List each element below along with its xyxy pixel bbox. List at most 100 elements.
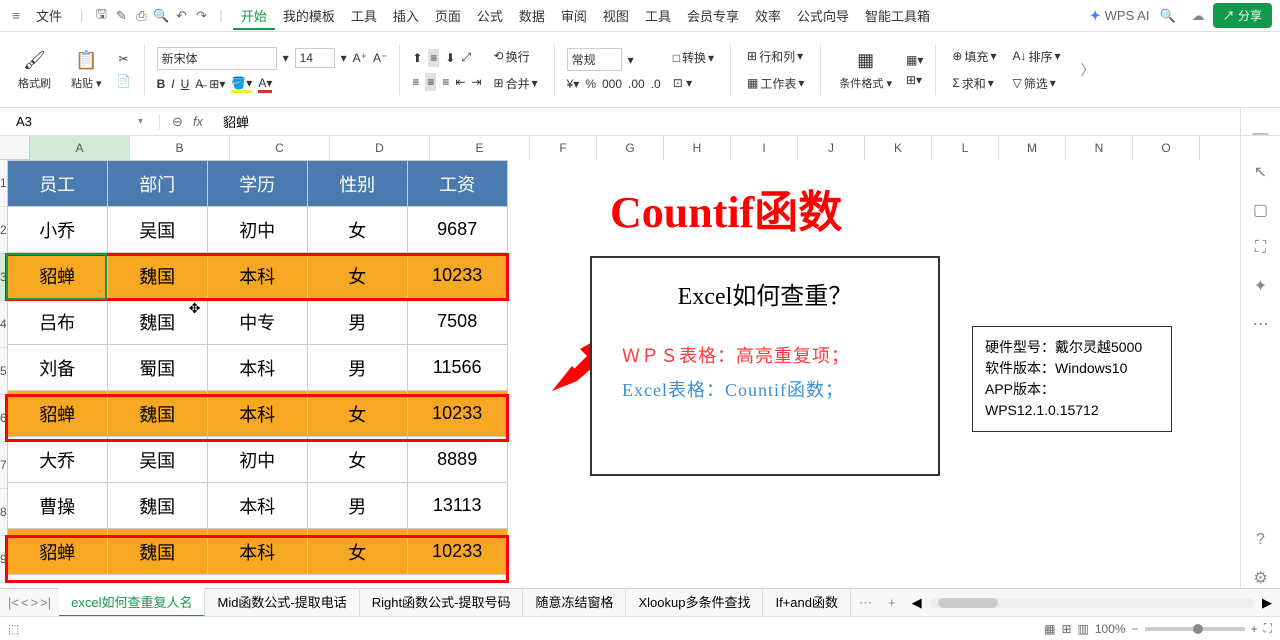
align-top-icon[interactable]: ⬆ bbox=[412, 51, 422, 65]
table-cell[interactable]: 女 bbox=[307, 207, 407, 253]
table-cell[interactable]: 魏国 bbox=[107, 391, 207, 437]
column-header[interactable]: A bbox=[30, 136, 130, 160]
align-right-icon[interactable]: ≡ bbox=[442, 75, 449, 89]
worksheet-button[interactable]: ▦ 工作表 ▾ bbox=[743, 73, 808, 94]
table-cell[interactable]: 男 bbox=[307, 299, 407, 345]
view-page-icon[interactable]: ⊞ bbox=[1061, 622, 1071, 636]
column-header[interactable]: K bbox=[865, 136, 932, 160]
cond-format-icon[interactable]: ▦ bbox=[854, 49, 878, 73]
properties-icon[interactable]: ✦ bbox=[1251, 276, 1271, 296]
help-icon[interactable]: ? bbox=[1251, 530, 1271, 550]
sheet-more-icon[interactable]: ⋯ bbox=[851, 595, 880, 611]
menu-tab[interactable]: 插入 bbox=[385, 5, 427, 28]
print-preview-icon[interactable]: 🔍 bbox=[153, 8, 169, 24]
row-header[interactable]: 5 bbox=[0, 348, 7, 395]
table-cell[interactable]: 女 bbox=[307, 253, 407, 299]
menu-tab[interactable]: 智能工具箱 bbox=[857, 5, 938, 28]
indent-out-icon[interactable]: ⇤ bbox=[455, 75, 465, 89]
sheet-tab[interactable]: excel如何查重复人名 bbox=[59, 588, 205, 617]
name-box[interactable]: A3 ▾ bbox=[0, 114, 160, 129]
sheet-tab[interactable]: Right函数公式-提取号码 bbox=[360, 588, 524, 617]
table-cell[interactable]: 9687 bbox=[407, 207, 507, 253]
table-cell[interactable]: 魏国 bbox=[107, 299, 207, 345]
column-header[interactable]: J bbox=[798, 136, 865, 160]
indent-in-icon[interactable]: ⇥ bbox=[471, 75, 481, 89]
column-header[interactable]: O bbox=[1133, 136, 1200, 160]
table-cell[interactable]: 10233 bbox=[407, 391, 507, 437]
undo-icon[interactable]: ↶ bbox=[173, 8, 189, 24]
table-header-cell[interactable]: 性别 bbox=[307, 161, 407, 207]
size-dropdown-icon[interactable]: ▾ bbox=[341, 51, 347, 65]
decimal-inc-icon[interactable]: .00 bbox=[628, 77, 645, 91]
percent-icon[interactable]: % bbox=[585, 77, 596, 91]
font-color-button[interactable]: A▾ bbox=[258, 76, 272, 93]
column-header[interactable]: G bbox=[597, 136, 664, 160]
cancel-fx-icon[interactable]: ⊖ bbox=[172, 114, 183, 130]
zoom-slider[interactable] bbox=[1145, 627, 1245, 631]
table-header-cell[interactable]: 工资 bbox=[407, 161, 507, 207]
hamburger-icon[interactable]: ≡ bbox=[8, 8, 24, 24]
menu-tab[interactable]: 开始 bbox=[233, 5, 275, 30]
view-normal-icon[interactable]: ▦ bbox=[1044, 622, 1055, 636]
sheet-prev-icon[interactable]: < bbox=[21, 595, 29, 610]
table-cell[interactable]: 貂蝉 bbox=[7, 253, 107, 299]
table-cell[interactable]: 貂蝉 bbox=[7, 529, 107, 575]
row-col-button[interactable]: ⊞ 行和列 ▾ bbox=[743, 46, 808, 67]
column-header[interactable]: B bbox=[130, 136, 230, 160]
table-header-cell[interactable]: 部门 bbox=[107, 161, 207, 207]
formula-input[interactable]: 貂蝉 bbox=[215, 112, 257, 131]
column-header[interactable]: E bbox=[430, 136, 530, 160]
menu-tab[interactable]: 我的模板 bbox=[275, 5, 343, 28]
sheet-tab[interactable]: If+and函数 bbox=[763, 588, 851, 617]
number-format-combo[interactable]: 常规 bbox=[567, 48, 622, 71]
align-bottom-icon[interactable]: ⬇ bbox=[445, 51, 455, 65]
wrap-text-button[interactable]: ⟲ 换行 bbox=[490, 46, 542, 67]
font-name-combo[interactable]: 新宋体 bbox=[157, 47, 277, 70]
save-as-icon[interactable]: ✎ bbox=[113, 8, 129, 24]
menu-tab[interactable]: 效率 bbox=[747, 5, 789, 28]
collapse-sidebar-icon[interactable]: — bbox=[1251, 124, 1271, 144]
sheet-tab[interactable]: Mid函数公式-提取电话 bbox=[205, 588, 359, 617]
convert-button[interactable]: □ 转换 ▾ bbox=[669, 47, 718, 68]
hscroll-left-icon[interactable]: ◀ bbox=[912, 595, 922, 611]
table-cell[interactable]: 蜀国 bbox=[107, 345, 207, 391]
select-tool-icon[interactable]: ↖ bbox=[1251, 162, 1271, 182]
comma-icon[interactable]: 000 bbox=[602, 77, 622, 91]
table-cell[interactable]: 小乔 bbox=[7, 207, 107, 253]
row-header[interactable]: 3 bbox=[0, 254, 7, 301]
table-cell[interactable]: 女 bbox=[307, 529, 407, 575]
table-cell[interactable]: 10233 bbox=[407, 253, 507, 299]
hscroll-right-icon[interactable]: ▶ bbox=[1262, 595, 1272, 611]
decrease-font-icon[interactable]: A⁻ bbox=[373, 51, 387, 65]
orientation-icon[interactable]: ⤢ bbox=[461, 50, 471, 65]
view-break-icon[interactable]: ▥ bbox=[1078, 622, 1089, 636]
table-cell[interactable]: 10233 bbox=[407, 529, 507, 575]
table-cell[interactable]: 初中 bbox=[207, 207, 307, 253]
table-cell[interactable]: 吕布 bbox=[7, 299, 107, 345]
table-cell[interactable]: 女 bbox=[307, 391, 407, 437]
cell-style-icon[interactable]: ⊞▾ bbox=[906, 73, 923, 87]
hscroll-thumb[interactable] bbox=[938, 598, 998, 608]
table-cell[interactable]: 11566 bbox=[407, 345, 507, 391]
zoom-in-icon[interactable]: + bbox=[1251, 622, 1258, 636]
underline-button[interactable]: U bbox=[181, 77, 190, 91]
column-header[interactable]: I bbox=[731, 136, 798, 160]
align-left-icon[interactable]: ≡ bbox=[412, 75, 419, 89]
filter-button[interactable]: ▽ 筛选 ▾ bbox=[1008, 73, 1064, 94]
column-header[interactable]: L bbox=[932, 136, 999, 160]
fill-color-button[interactable]: 🪣▾ bbox=[231, 76, 252, 93]
sheet-first-icon[interactable]: |< bbox=[8, 595, 19, 610]
table-cell[interactable]: 中专 bbox=[207, 299, 307, 345]
fx-icon[interactable]: fx bbox=[193, 114, 203, 129]
menu-tab[interactable]: 工具 bbox=[343, 5, 385, 28]
table-cell[interactable]: 本科 bbox=[207, 529, 307, 575]
share-button[interactable]: ↗ 分享 bbox=[1213, 3, 1272, 28]
row-header[interactable]: 8 bbox=[0, 489, 7, 536]
align-center-icon[interactable]: ≡ bbox=[425, 73, 436, 91]
table-cell[interactable]: 大乔 bbox=[7, 437, 107, 483]
font-size-combo[interactable]: 14 bbox=[295, 48, 335, 68]
table-cell[interactable]: 男 bbox=[307, 483, 407, 529]
strike-button[interactable]: A̶ bbox=[195, 77, 203, 91]
spreadsheet-grid[interactable]: ABCDEFGHIJKLMNO 123456789 员工部门学历性别工资小乔吴国… bbox=[0, 136, 1280, 588]
table-cell[interactable]: 13113 bbox=[407, 483, 507, 529]
